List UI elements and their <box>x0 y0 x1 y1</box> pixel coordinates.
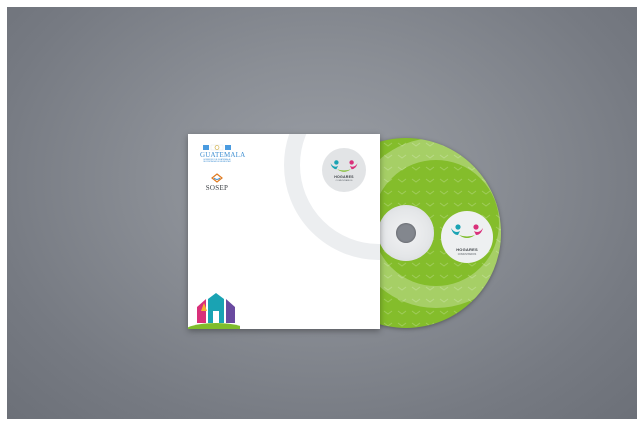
sleeve-emblem: HOGARES COMUNITARIOS <box>322 148 366 192</box>
disc-spindle-hole <box>396 223 416 243</box>
disc-emblem: HOGARES COMUNITARIOS <box>441 211 493 263</box>
sleeve-tagline-label: COMUNITARIOS <box>335 180 353 182</box>
cd-sleeve: HOGARES COMUNITARIOS GUATEMALA GOBIERNO … <box>188 134 380 329</box>
government-subtitle: GOBIERNO DE GUATEMALA / SECRETARÍA DE BI… <box>203 159 231 164</box>
disc-tagline-label: COMUNITARIOS <box>457 253 477 256</box>
hogares-figures-icon <box>451 224 483 238</box>
cd-mockup: HOGARES COMUNITARIOS HOGARES COMUNITARIO… <box>0 0 644 426</box>
disc-brand-label: HOGARES <box>456 247 478 252</box>
house-family-icon <box>188 293 240 329</box>
government-name: GUATEMALA <box>200 151 246 159</box>
sleeve-brand-label: HOGARES <box>334 175 354 179</box>
sosep-name: SOSEP <box>205 184 229 192</box>
